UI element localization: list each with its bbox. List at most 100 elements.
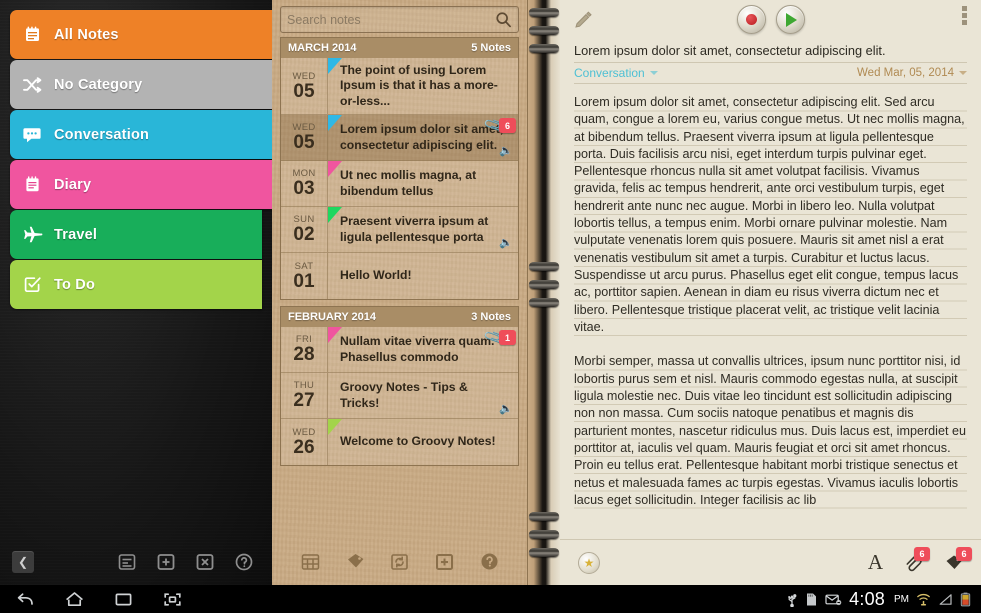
collapse-panel-button[interactable]: ❮ xyxy=(12,550,34,573)
attachment-count-badge: 1 xyxy=(499,330,516,346)
note-date-block: WED 05 xyxy=(281,115,328,161)
add-notepad-icon[interactable] xyxy=(434,551,456,573)
note-daynumber: 05 xyxy=(293,80,315,102)
note-list-title: Ut nec mollis magna, at bibendum tellus xyxy=(340,168,477,198)
diary-icon xyxy=(10,175,54,194)
sidebar-item-diary[interactable]: Diary xyxy=(10,160,272,209)
calendar-button[interactable] xyxy=(299,551,321,573)
audio-icon: 🔈 xyxy=(499,145,513,158)
battery-icon xyxy=(960,592,971,607)
category-toolbar: ❮ xyxy=(0,538,272,585)
tags-button[interactable]: 6 xyxy=(941,546,972,576)
note-rows: FRI 28 Nullam vitae viverra quam. Phasellu… xyxy=(280,326,519,467)
spiral-ring xyxy=(529,298,559,307)
navigation-buttons xyxy=(14,590,183,608)
note-list-item[interactable]: THU 27 Groovy Notes - Tips & Tricks! 🔈 xyxy=(281,373,518,420)
record-button[interactable] xyxy=(736,5,766,34)
note-month-group: FEBRUARY 2014 3 Notes FRI 28 Nullam vitae vi… xyxy=(280,306,519,467)
note-color-flag xyxy=(328,58,342,74)
spiral-ring xyxy=(529,530,559,539)
spiral-ring xyxy=(529,280,559,289)
sidebar-item-to-do[interactable]: To Do xyxy=(10,260,262,309)
search-icon[interactable] xyxy=(495,11,512,28)
back-arrow-icon[interactable] xyxy=(14,590,36,608)
help-button[interactable] xyxy=(479,551,501,573)
attachment-indicator[interactable]: 📎 6 xyxy=(483,114,516,139)
audio-icon: 🔈 xyxy=(499,237,513,250)
note-list-item[interactable]: WED 05 Lorem ipsum dolor sit amet, consect… xyxy=(281,114,518,162)
sidebar-item-label: No Category xyxy=(54,76,143,93)
sdcard-icon xyxy=(805,592,818,607)
sidebar-item-all-notes[interactable]: All Notes xyxy=(10,10,272,59)
note-meta: Conversation Wed Mar, 05, 2014 xyxy=(574,63,967,84)
note-category-selector[interactable]: Conversation xyxy=(574,66,658,80)
note-daynumber: 27 xyxy=(293,390,315,412)
font-style-button[interactable]: A xyxy=(868,552,883,573)
search-bar xyxy=(272,0,527,37)
chat-icon xyxy=(10,126,54,144)
search-input[interactable] xyxy=(287,12,495,27)
note-list-title: Welcome to Groovy Notes! xyxy=(340,434,496,449)
sync-notepad-icon[interactable] xyxy=(389,551,411,573)
note-list-title: Nullam vitae viverra quam. Phasellus com… xyxy=(340,334,495,364)
note-daynumber: 03 xyxy=(293,178,315,200)
note-list-panel: MARCH 2014 5 Notes WED05 The point of using… xyxy=(272,0,528,585)
spiral-ring xyxy=(529,548,559,557)
pencil-icon[interactable] xyxy=(572,9,594,31)
attachments-button[interactable]: 6 xyxy=(899,546,930,576)
star-icon[interactable]: ★ xyxy=(578,551,600,574)
note-list-item[interactable]: WED 26 Welcome to Groovy Notes! xyxy=(281,419,518,466)
play-button[interactable] xyxy=(775,5,805,34)
note-list-title: Hello World! xyxy=(340,268,412,283)
note-list-item[interactable]: FRI 28 Nullam vitae viverra quam. Phasellu… xyxy=(281,326,518,374)
attachment-indicator[interactable]: 📎 1 xyxy=(483,326,516,351)
app-root: All Notes No Category Conversation Diary Tra… xyxy=(0,0,981,613)
month-note-count: 5 Notes xyxy=(471,42,511,54)
sidebar-item-no-category[interactable]: No Category xyxy=(10,60,272,109)
sidebar-item-conversation[interactable]: Conversation xyxy=(10,110,272,159)
category-toolbar-actions xyxy=(116,551,254,572)
sidebar-item-label: To Do xyxy=(54,276,95,293)
clock-time: 4:08 xyxy=(849,588,885,609)
note-main: Welcome to Groovy Notes! xyxy=(328,419,518,465)
note-date-block: THU 27 xyxy=(281,373,328,419)
note-date-label: Wed Mar, 05, 2014 xyxy=(857,67,954,79)
record-icon xyxy=(745,14,757,25)
overflow-menu-icon[interactable] xyxy=(962,6,967,25)
note-list-item[interactable]: MON 03 Ut nec mollis magna, at bibendum te… xyxy=(281,161,518,208)
note-main: Groovy Notes - Tips & Tricks! 🔈 xyxy=(328,373,518,418)
delete-category-button[interactable] xyxy=(194,551,215,572)
help-button[interactable] xyxy=(233,551,254,572)
spiral-ring xyxy=(529,8,559,17)
note-main: The point of using Lorem Ipsum is that i… xyxy=(328,58,518,114)
sidebar-item-label: Conversation xyxy=(54,126,150,143)
month-header: FEBRUARY 2014 3 Notes xyxy=(280,306,519,328)
note-detail-panel: Lorem ipsum dolor sit amet, consectetur … xyxy=(560,0,981,585)
checklist-icon xyxy=(10,275,54,294)
sort-notes-button[interactable] xyxy=(116,551,137,572)
category-list: All Notes No Category Conversation Diary Tra… xyxy=(0,0,272,309)
note-list-title: Lorem ipsum dolor sit amet, consectetur … xyxy=(340,122,504,152)
add-category-button[interactable] xyxy=(155,551,176,572)
note-list-item[interactable]: WED 05 The point of using Lorem Ipsum is t… xyxy=(281,58,518,116)
home-icon[interactable] xyxy=(63,590,85,608)
note-daynumber: 02 xyxy=(293,224,315,246)
note-body[interactable]: Lorem ipsum dolor sit amet, consectetur … xyxy=(560,94,981,546)
spiral-ring xyxy=(529,44,559,53)
note-date-block: MON 03 xyxy=(281,161,328,207)
note-color-flag xyxy=(328,207,342,224)
sidebar-item-travel[interactable]: Travel xyxy=(10,210,262,259)
wifi-icon xyxy=(916,592,931,606)
search-box[interactable] xyxy=(280,6,519,33)
note-list-title: Groovy Notes - Tips & Tricks! xyxy=(340,380,468,410)
tag-icon[interactable] xyxy=(344,551,366,573)
note-list-item[interactable]: SAT 01 Hello World! xyxy=(281,253,518,300)
note-list-item[interactable]: SUN 02 Praesent viverra ipsum at ligula pe… xyxy=(281,207,518,254)
screenshot-icon[interactable] xyxy=(161,590,183,608)
note-date-selector[interactable]: Wed Mar, 05, 2014 xyxy=(857,67,967,79)
note-main: Praesent viverra ipsum at ligula pellent… xyxy=(328,207,518,252)
attachment-count-badge: 6 xyxy=(914,546,930,561)
note-daynumber: 28 xyxy=(293,344,315,366)
recents-icon[interactable] xyxy=(112,590,134,608)
shuffle-icon xyxy=(10,76,54,94)
